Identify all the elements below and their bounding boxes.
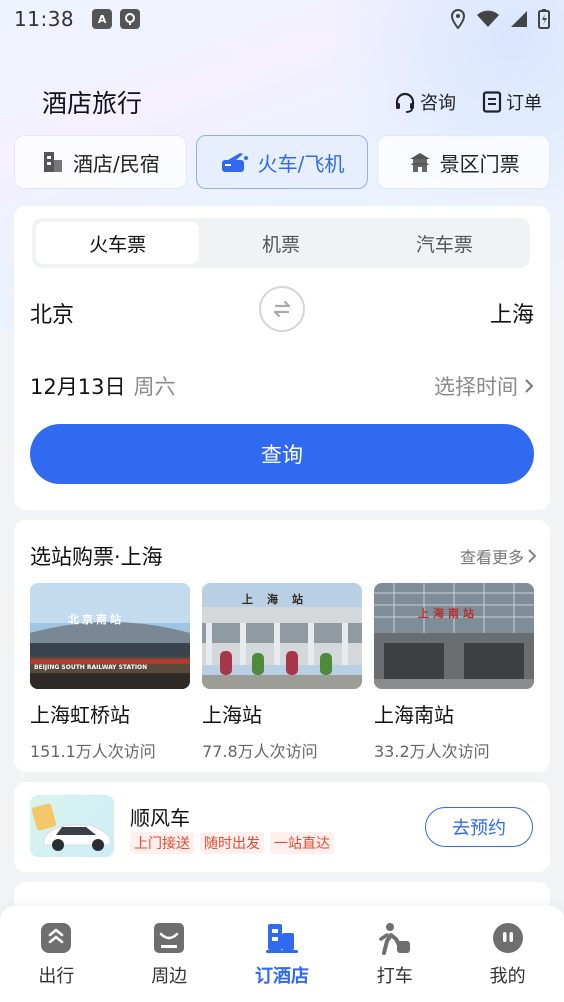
headset-icon — [395, 92, 415, 113]
station-name: 上海南站 — [374, 703, 454, 727]
nav-item-nearby[interactable]: 周边 — [113, 920, 226, 1002]
status-time: 11:38 — [14, 7, 75, 31]
ride-tag: 随时出发 — [200, 832, 264, 854]
temple-icon — [409, 153, 430, 172]
nav-label: 周边 — [151, 966, 188, 987]
nav-item-travel[interactable]: 出行 — [0, 920, 113, 1002]
nav-label: 我的 — [489, 966, 526, 987]
plane-icon — [221, 153, 248, 172]
nav-label: 订酒店 — [254, 966, 309, 987]
chevron-right-icon — [528, 549, 536, 563]
nav-item-hotel-booking[interactable]: 订酒店 — [226, 920, 339, 1002]
header-actions: 咨询 订单 — [394, 89, 542, 115]
book-ride-button[interactable]: 去预约 — [425, 807, 533, 847]
ticket-type-tabs: 火车票 机票 汽车票 — [32, 218, 530, 268]
hotel-icon — [43, 152, 62, 172]
nearby-icon — [151, 920, 187, 956]
station-photo-sign-en: BEIJING SOUTH RAILWAY STATION — [34, 664, 148, 671]
notification-map-icon — [120, 9, 141, 29]
station-visits: 33.2万人次访问 — [374, 742, 490, 761]
signal-icon — [511, 11, 527, 27]
ticket-search-card: 火车票 机票 汽车票 北京 上海 12月13日 周六 选择时间 查询 — [14, 206, 550, 510]
ride-title: 顺风车 — [130, 806, 190, 830]
route-row: 北京 上海 — [30, 286, 534, 340]
tab-train-ticket[interactable]: 火车票 — [36, 222, 200, 264]
ride-tag: 一站直达 — [270, 832, 334, 854]
bottom-nav: 出行 周边 订酒店 打车 我的 — [0, 906, 564, 1002]
query-button[interactable]: 查询 — [30, 424, 534, 484]
station-name: 上海站 — [202, 703, 262, 727]
category-hotel[interactable]: 酒店/民宿 — [14, 135, 187, 189]
battery-icon — [538, 9, 550, 29]
departure-date[interactable]: 12月13日 — [30, 371, 125, 401]
station-section-header: 选站购票·上海 查看更多 — [30, 542, 536, 570]
nav-item-profile[interactable]: 我的 — [451, 920, 564, 1002]
order-list-icon — [482, 91, 502, 113]
nav-label: 出行 — [38, 966, 75, 987]
page-header: 酒店旅行 咨询 订单 — [0, 80, 564, 124]
category-hotel-label: 酒店/民宿 — [72, 151, 160, 176]
date-row: 12月13日 周六 选择时间 — [30, 366, 534, 406]
departure-weekday: 周六 — [133, 375, 176, 399]
time-select-label: 选择时间 — [434, 375, 518, 399]
station-photo-sign: 北京南站 — [68, 613, 124, 626]
swap-cities-button[interactable] — [259, 286, 305, 332]
profile-icon — [490, 920, 526, 956]
station-photo-sign: 上海南站 — [418, 607, 478, 620]
swap-icon — [273, 300, 291, 318]
travel-icon — [38, 920, 74, 956]
station-visits: 77.8万人次访问 — [202, 742, 318, 761]
see-more-label: 查看更多 — [459, 548, 524, 567]
time-select[interactable]: 选择时间 — [434, 371, 534, 401]
see-more-link[interactable]: 查看更多 — [460, 544, 536, 568]
location-icon — [450, 9, 466, 29]
station-photo: 北京南站 BEIJING SOUTH RAILWAY STATION — [30, 583, 190, 689]
page-title: 酒店旅行 — [42, 89, 143, 118]
station-photo: 上海站 — [202, 583, 362, 689]
from-city[interactable]: 北京 — [30, 297, 74, 329]
car-image — [30, 795, 114, 857]
to-city[interactable]: 上海 — [490, 297, 534, 329]
hotel-booking-icon — [264, 920, 300, 956]
category-train-plane-label: 火车/飞机 — [257, 151, 345, 176]
tab-flight-ticket[interactable]: 机票 — [199, 222, 362, 264]
orders-label: 订单 — [506, 93, 542, 114]
consult-button[interactable]: 咨询 — [394, 89, 456, 115]
station-card[interactable]: 上海站 上海站 77.8万人次访问 — [202, 583, 362, 762]
station-section-title: 选站购票·上海 — [30, 545, 163, 569]
ride-share-card[interactable]: 顺风车 上门接送 随时出发 一站直达 去预约 — [14, 782, 550, 872]
consult-label: 咨询 — [420, 93, 456, 114]
nav-label: 打车 — [376, 966, 413, 987]
chevron-right-icon — [525, 379, 534, 393]
category-train-plane[interactable]: 火车/飞机 — [195, 135, 369, 189]
notification-a-icon: A — [92, 9, 113, 29]
station-name: 上海虹桥站 — [30, 703, 130, 727]
notification-icons: A — [92, 9, 141, 29]
status-right-icons — [450, 9, 550, 29]
orders-button[interactable]: 订单 — [482, 89, 542, 115]
taxi-icon — [377, 920, 413, 956]
status-bar: 11:38 A — [0, 0, 564, 38]
category-tabs: 酒店/民宿 火车/飞机 景区门票 — [14, 135, 551, 189]
station-photo-sign: 上海站 — [242, 593, 317, 606]
station-list: 北京南站 BEIJING SOUTH RAILWAY STATION 上海虹桥站… — [30, 583, 536, 762]
tab-bus-ticket[interactable]: 汽车票 — [363, 222, 526, 264]
station-photo: 上海南站 — [374, 583, 534, 689]
ride-tags: 上门接送 随时出发 一站直达 — [130, 832, 334, 854]
category-scenic[interactable]: 景区门票 — [377, 135, 551, 189]
station-card[interactable]: 上海南站 上海南站 33.2万人次访问 — [374, 583, 534, 762]
station-card[interactable]: 北京南站 BEIJING SOUTH RAILWAY STATION 上海虹桥站… — [30, 583, 190, 762]
nav-item-taxi[interactable]: 打车 — [338, 920, 451, 1002]
ride-tag: 上门接送 — [130, 832, 194, 854]
station-section: 选站购票·上海 查看更多 北京南站 BEIJING SOUTH RAILWAY … — [14, 520, 550, 772]
station-visits: 151.1万人次访问 — [30, 742, 156, 761]
category-scenic-label: 景区门票 — [439, 151, 520, 176]
wifi-icon — [477, 10, 499, 27]
